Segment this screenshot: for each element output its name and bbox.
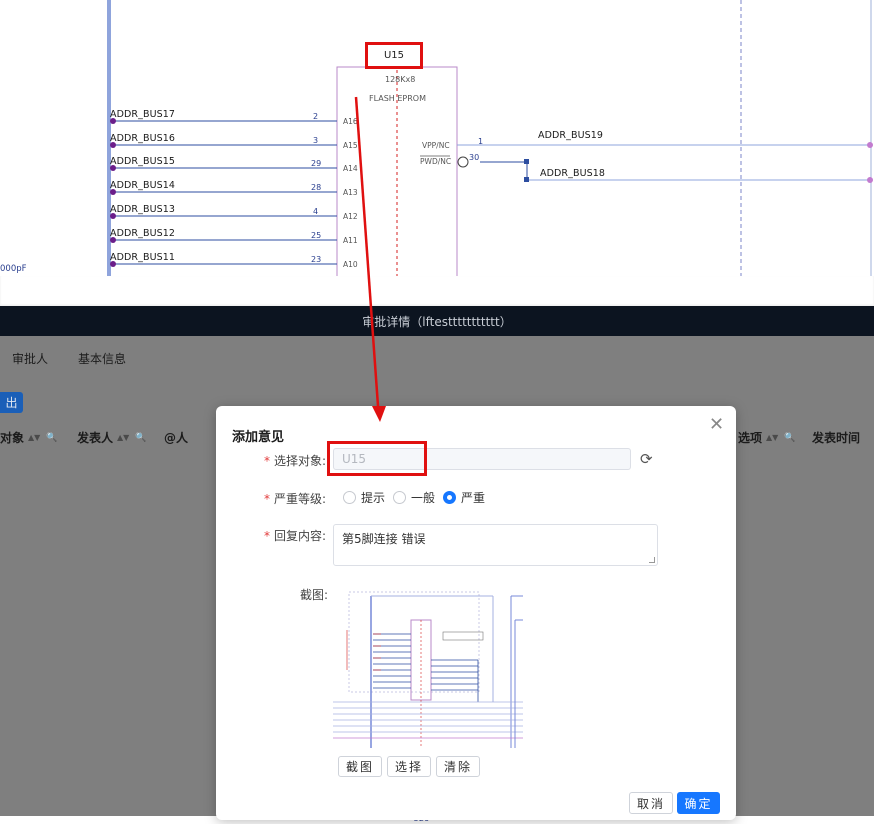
pin-number: 28 [311, 183, 322, 192]
part-value: 128Kx8 [385, 75, 416, 84]
radio-circle[interactable] [393, 491, 407, 504]
sort-icon[interactable]: ▲▼ [28, 433, 40, 442]
capacitor-label: 000pF [0, 264, 27, 274]
sort-icon[interactable]: ▲▼ [117, 433, 129, 442]
column-label: 选项 [738, 431, 763, 445]
net-label[interactable]: ADDR_BUS17 [110, 109, 175, 120]
close-icon[interactable]: ✕ [709, 416, 724, 434]
pin-name: VPP/NC [422, 141, 450, 150]
pin-number: 23 [311, 255, 322, 264]
severity-option-normal[interactable]: 一般 [393, 489, 435, 506]
required-mark: * [264, 492, 270, 506]
column-label: 对象 [0, 431, 25, 445]
pin-name: A14 [343, 164, 358, 173]
search-icon[interactable]: 🔍 [46, 433, 57, 443]
tab-approvers[interactable]: 审批人 [12, 350, 48, 367]
severity-option-severe[interactable]: 严重 [443, 489, 485, 506]
pin-name: A12 [343, 212, 358, 221]
pin-number: 3 [313, 136, 319, 145]
column-header-object[interactable]: 对象 ▲▼ 🔍 [0, 429, 58, 446]
screen: U15 128Kx8 FLASH EPROM ADDR_BUS17 ADDR_B… [0, 0, 874, 824]
pin-name: PWD/NC [420, 157, 452, 166]
column-label: 发表人 [77, 431, 114, 445]
thumbnail-button-group: 截图 选择 清除 [338, 756, 485, 777]
severity-label: * 严重等级: [264, 492, 327, 506]
cancel-button[interactable]: 取消 [629, 792, 673, 814]
screenshot-thumbnail[interactable] [333, 590, 523, 748]
object-label: * 选择对象: [264, 454, 327, 468]
radio-circle[interactable] [343, 491, 356, 504]
pin-name: A10 [343, 260, 358, 269]
ref-designator[interactable]: U15 [384, 50, 404, 61]
gap-strip [0, 276, 874, 306]
column-header-author[interactable]: 发表人 ▲▼ 🔍 [77, 429, 147, 446]
export-button[interactable]: 出 [0, 392, 23, 413]
invert-bubble [457, 156, 469, 168]
object-highlight-box [327, 441, 427, 476]
net-label[interactable]: ADDR_BUS15 [110, 156, 175, 167]
screenshot-label: 截图: [300, 588, 329, 602]
pin-name: A15 [343, 141, 358, 150]
net-label[interactable]: ADDR_BUS19 [538, 130, 603, 141]
sort-icon[interactable]: ▲▼ [766, 433, 778, 442]
add-comment-dialog: 添加意见 ✕ * 选择对象: U15 ⟳ * 严重等级: 提示 一般 严重 * … [216, 406, 736, 820]
pin-number: 4 [313, 207, 319, 216]
severity-option-hint[interactable]: 提示 [343, 489, 385, 506]
column-label: 发表时间 [812, 431, 861, 445]
pin-number: 2 [313, 112, 319, 121]
column-header-mention[interactable]: @人 [164, 429, 188, 446]
window-title: 审批详情（lftesttttttttttt） [362, 314, 512, 329]
pin-number: 30 [469, 153, 480, 162]
column-header-time[interactable]: 发表时间 [812, 429, 860, 446]
pin-number: 29 [311, 159, 322, 168]
dialog-title: 添加意见 [232, 430, 285, 445]
confirm-button[interactable]: 确定 [677, 792, 720, 814]
column-label: @人 [164, 431, 189, 445]
pin-number: 25 [311, 231, 322, 240]
capture-button[interactable]: 截图 [338, 756, 383, 777]
net-label[interactable]: ADDR_BUS12 [110, 228, 175, 239]
reply-text: 第5脚连接 错误 [342, 532, 426, 546]
clear-button[interactable]: 清除 [436, 756, 481, 777]
reply-label: * 回复内容: [264, 529, 327, 543]
required-mark: * [264, 529, 270, 543]
ref-designator-highlight: U15 [365, 42, 423, 69]
net-label[interactable]: ADDR_BUS13 [110, 204, 175, 215]
search-icon[interactable]: 🔍 [135, 433, 146, 443]
choose-button[interactable]: 选择 [387, 756, 432, 777]
net-label[interactable]: ADDR_BUS14 [110, 180, 175, 191]
reply-textarea[interactable]: 第5脚连接 错误 [333, 524, 658, 566]
required-mark: * [264, 454, 270, 468]
net-label[interactable]: ADDR_BUS11 [110, 252, 175, 263]
severity-radio-group: 提示 一般 严重 [343, 489, 493, 506]
refresh-icon[interactable]: ⟳ [640, 450, 653, 468]
column-header-option[interactable]: 选项 ▲▼ 🔍 [738, 429, 796, 446]
resize-handle[interactable] [649, 557, 655, 563]
part-type: FLASH EPROM [369, 94, 426, 103]
net-label[interactable]: ADDR_BUS18 [540, 168, 605, 179]
pin-number: 1 [478, 137, 484, 146]
search-icon[interactable]: 🔍 [784, 433, 795, 443]
radio-circle-selected[interactable] [443, 491, 457, 504]
net-label[interactable]: ADDR_BUS16 [110, 133, 175, 144]
window-title-bar: 审批详情（lftesttttttttttt） [0, 306, 874, 336]
pin-name: A16 [343, 117, 358, 126]
tab-bar: 审批人 基本信息 [0, 336, 144, 380]
pin-name: A13 [343, 188, 358, 197]
tab-basic-info[interactable]: 基本信息 [78, 350, 126, 367]
schematic-canvas[interactable]: U15 128Kx8 FLASH EPROM ADDR_BUS17 ADDR_B… [0, 0, 874, 276]
pin-name: A11 [343, 236, 358, 245]
